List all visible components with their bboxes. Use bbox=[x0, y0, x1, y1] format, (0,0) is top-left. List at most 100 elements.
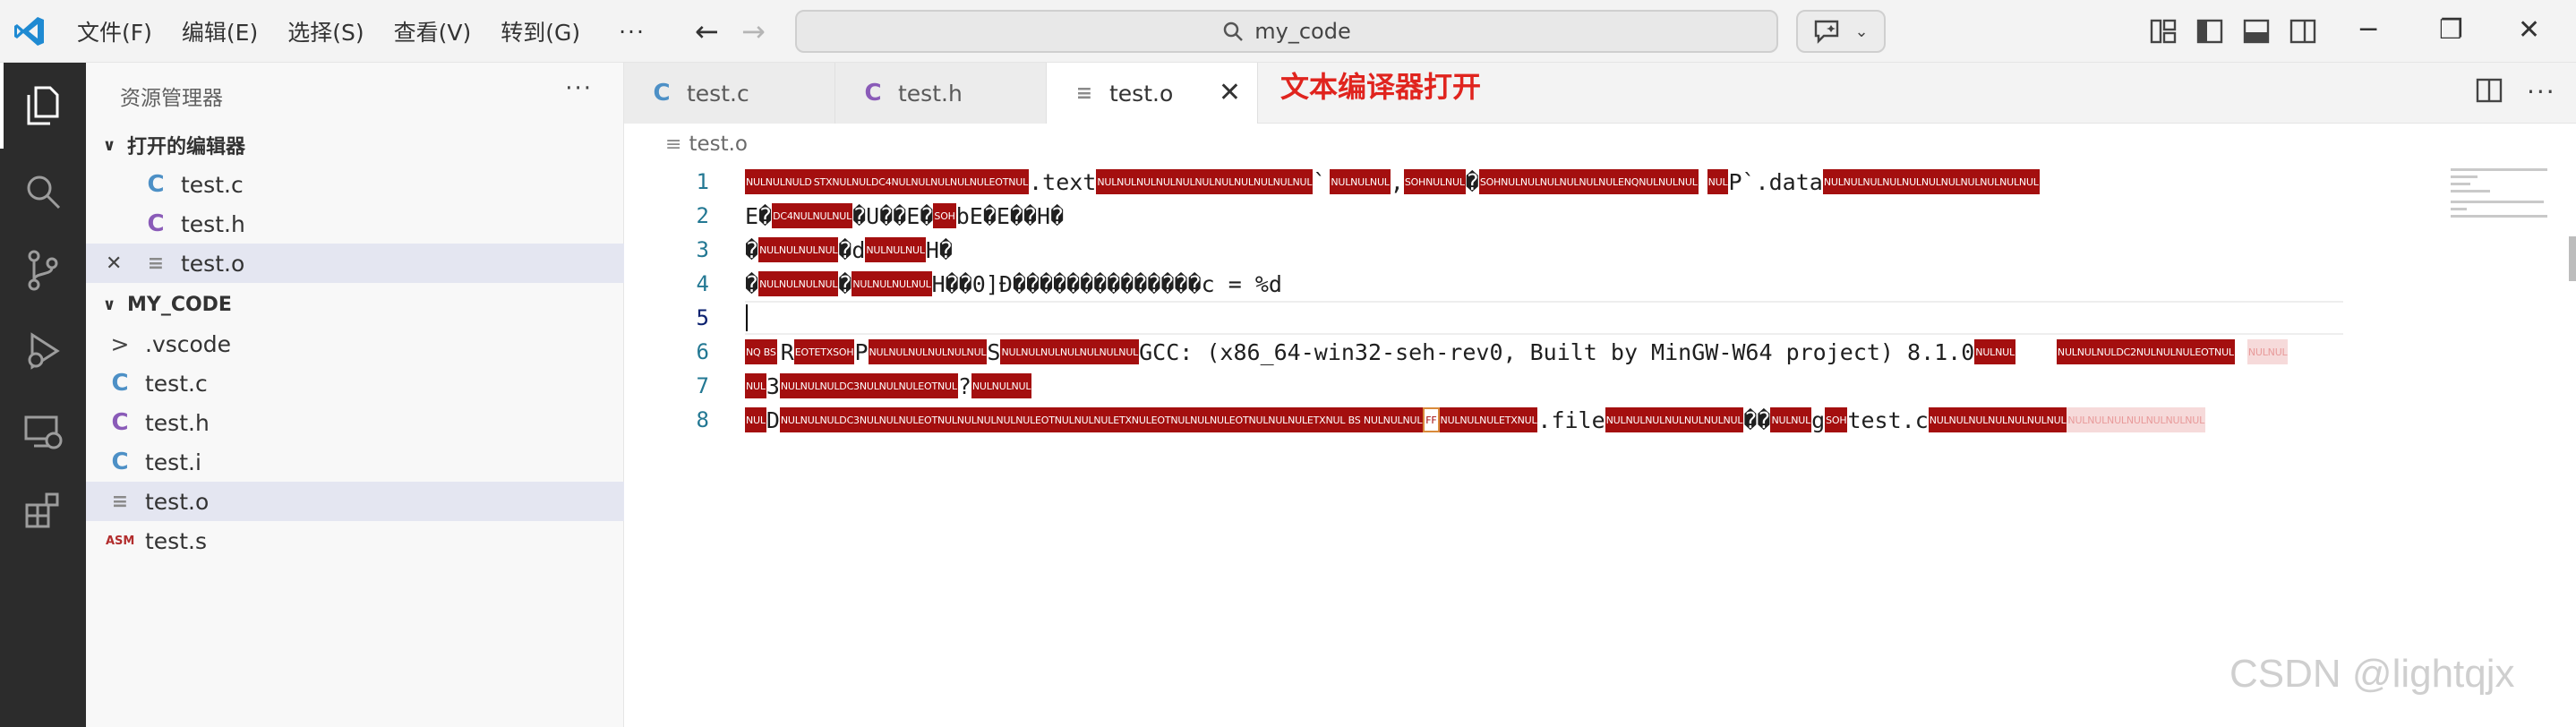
command-center-search[interactable]: my_code bbox=[795, 10, 1778, 53]
code-text-segment: GCC: (x86_64-win32-seh-rev0, Built by Mi… bbox=[1139, 338, 1975, 365]
control-char: NULNULNUL bbox=[1330, 169, 1391, 194]
menu-go[interactable]: 转到(G) bbox=[501, 15, 580, 47]
folder-header[interactable]: ∨ MY_CODE bbox=[86, 285, 624, 324]
split-editor-icon[interactable] bbox=[2476, 77, 2503, 104]
menu-file[interactable]: 文件(F) bbox=[77, 15, 152, 47]
breadcrumb-file[interactable]: test.o bbox=[689, 133, 748, 156]
open-editor-name: test.c bbox=[181, 171, 244, 198]
close-window-icon[interactable]: ✕ bbox=[2518, 13, 2540, 48]
chat-sparkle-icon bbox=[1815, 20, 1839, 44]
editor-tab-bar: C test.c C test.h ≡ test.o ✕ bbox=[624, 63, 2576, 124]
code-text-segment: g bbox=[1811, 406, 1826, 433]
explorer-icon[interactable] bbox=[20, 82, 66, 129]
copilot-chat-button[interactable]: ⌄ bbox=[1796, 10, 1886, 53]
close-icon[interactable]: ✕ bbox=[1219, 77, 1241, 108]
chevron-right-icon: > bbox=[110, 330, 130, 357]
explorer-title: 资源管理器 bbox=[120, 87, 223, 110]
restore-icon[interactable]: ❐ bbox=[2439, 13, 2463, 48]
code-line: 2 E� DC4NULNULNUL �U��E� SOH bE�E��H� bbox=[624, 199, 2576, 233]
code-text-segment: �d bbox=[838, 236, 866, 263]
minimize-icon[interactable]: ─ bbox=[2360, 13, 2376, 48]
tab-test-h[interactable]: C test.h bbox=[835, 63, 1047, 124]
code-text-segment: bE�E��H� bbox=[955, 202, 1065, 229]
code-text-segment: ` bbox=[1313, 168, 1327, 195]
tab-label: test.h bbox=[898, 80, 963, 107]
asm-file-icon: ASM bbox=[106, 534, 135, 548]
tab-test-o[interactable]: ≡ test.o ✕ bbox=[1047, 63, 1258, 124]
menu-selection[interactable]: 选择(S) bbox=[287, 15, 364, 47]
control-char: SOHNULNULNULNULNULNULENQNULNULNUL bbox=[1478, 169, 1699, 194]
run-debug-icon[interactable] bbox=[20, 328, 66, 374]
active-indicator bbox=[0, 63, 4, 149]
control-char: NULNULNUL bbox=[865, 237, 926, 262]
customize-layout-icon[interactable] bbox=[2149, 17, 2178, 46]
code-text-segment: S bbox=[987, 338, 1001, 365]
open-editor-item[interactable]: C test.h bbox=[86, 204, 624, 244]
menu-edit[interactable]: 编辑(E) bbox=[182, 15, 258, 47]
text-file-icon: ≡ bbox=[1075, 81, 1093, 105]
open-editor-item[interactable]: ✕ ≡ test.o bbox=[86, 244, 624, 283]
search-icon[interactable] bbox=[20, 168, 66, 215]
minimap[interactable] bbox=[2343, 165, 2558, 727]
control-char: STXNULNULDC4NULNULNULNULNULEOTNUL bbox=[812, 169, 1030, 194]
line-number: 7 bbox=[696, 373, 709, 398]
minimap-line bbox=[2451, 175, 2478, 178]
line-number: 3 bbox=[696, 237, 709, 262]
red-annotation: 文本编译器打开 bbox=[1280, 70, 1482, 104]
control-char: NULNULNULDC3NULNULNULEOTNUL bbox=[779, 373, 958, 398]
control-char: NULNUL bbox=[2247, 339, 2289, 364]
extensions-icon[interactable] bbox=[20, 487, 66, 534]
forward-arrow-icon[interactable]: → bbox=[741, 16, 766, 47]
explorer-more-button[interactable]: ··· bbox=[565, 75, 593, 102]
code-text: NQ BS R EOTETXSOH P NULNULNULNULNULNUL S… bbox=[745, 335, 2289, 369]
file-name: test.i bbox=[145, 449, 201, 475]
vertical-scrollbar[interactable] bbox=[2569, 236, 2576, 281]
text-file-icon: ≡ bbox=[147, 252, 165, 275]
folder-item[interactable]: > .vscode bbox=[86, 324, 624, 364]
chevron-down-icon: ⌄ bbox=[1854, 21, 1869, 41]
control-char: NULNULNULNUL bbox=[758, 271, 839, 296]
file-item[interactable]: C test.h bbox=[86, 403, 624, 442]
code-text: � NULNULNULNUL �d NULNULNUL H� bbox=[745, 233, 953, 267]
menu-view[interactable]: 查看(V) bbox=[394, 15, 472, 47]
control-char: NULNULNULNUL bbox=[758, 237, 839, 262]
open-editors-label: 打开的编辑器 bbox=[127, 136, 246, 158]
control-char: NULNULNULNULNULNULNUL bbox=[1000, 339, 1140, 364]
code-text-segment: R bbox=[780, 338, 794, 365]
source-control-icon[interactable] bbox=[20, 247, 66, 294]
code-text: � NULNULNULNUL � NULNULNULNUL H��0]Ð����… bbox=[745, 267, 1282, 301]
c-file-icon: C bbox=[111, 370, 129, 397]
control-char: NULNULNULD bbox=[745, 169, 813, 194]
open-editor-item[interactable]: C test.c bbox=[86, 165, 624, 204]
remote-explorer-icon[interactable] bbox=[20, 408, 66, 455]
minimap-line bbox=[2451, 215, 2547, 218]
breadcrumb: ≡ test.o bbox=[624, 124, 2576, 165]
file-item[interactable]: ASM test.s bbox=[86, 521, 624, 560]
code-text-segment: .file bbox=[1537, 406, 1605, 433]
menu-more-button[interactable]: ··· bbox=[619, 19, 646, 45]
control-char: NULNULNULNULNULNULNULNULNULNULNUL bbox=[1096, 169, 1314, 194]
open-editors-header[interactable]: ∨ 打开的编辑器 bbox=[86, 125, 624, 165]
line-number: 8 bbox=[696, 407, 709, 432]
h-file-icon: C bbox=[111, 409, 129, 436]
control-char: SOH bbox=[1825, 407, 1848, 432]
editor-area[interactable]: 1 NULNULNULD STXNULNULDC4NULNULNULNULNUL… bbox=[624, 165, 2576, 727]
tab-test-c[interactable]: C test.c bbox=[624, 63, 835, 124]
back-arrow-icon[interactable]: ← bbox=[695, 16, 719, 47]
file-item[interactable]: C test.i bbox=[86, 442, 624, 482]
minimap-line bbox=[2451, 168, 2547, 171]
code-text-segment: E� bbox=[745, 202, 773, 229]
editor-more-icon[interactable]: ··· bbox=[2527, 77, 2556, 107]
file-name: test.c bbox=[145, 370, 208, 397]
control-char: NULNULNULNULNULNULNUL bbox=[1605, 407, 1744, 432]
code-line: 8 NUL D NULNULNULDC3NULNULNULEOTNULNULNU… bbox=[624, 403, 2576, 437]
minimap-line bbox=[2451, 190, 2490, 192]
code-text-segment: H��0]Ð��������������c = %d bbox=[931, 270, 1282, 297]
close-icon[interactable]: ✕ bbox=[106, 252, 141, 275]
vscode-logo-icon bbox=[14, 17, 44, 46]
toggle-primary-sidebar-icon[interactable] bbox=[2195, 17, 2224, 46]
file-item[interactable]: ≡ test.o bbox=[86, 482, 624, 521]
file-item[interactable]: C test.c bbox=[86, 364, 624, 403]
toggle-panel-icon[interactable] bbox=[2242, 17, 2271, 46]
toggle-secondary-sidebar-icon[interactable] bbox=[2289, 17, 2317, 46]
